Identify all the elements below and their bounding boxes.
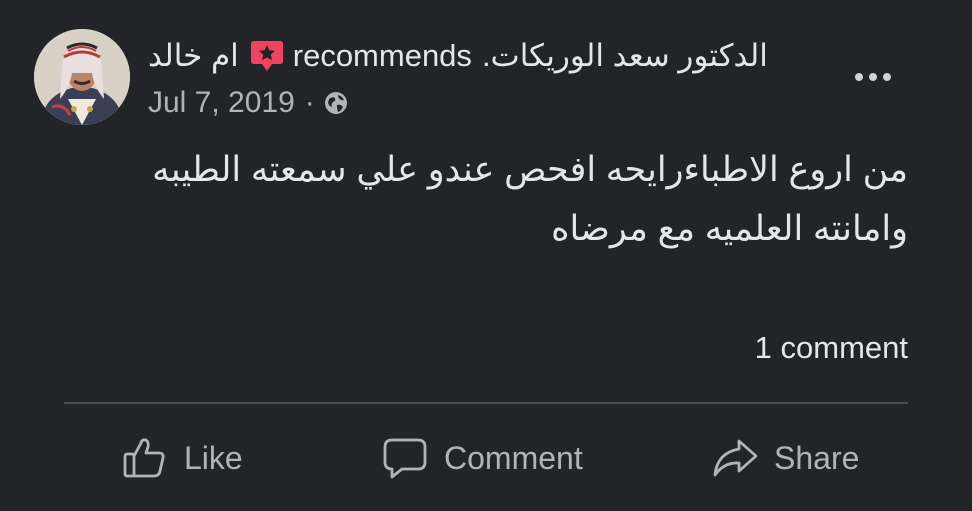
recommendation-post: ام خالد recommends الدكتور سعد الوريكات.… <box>0 0 972 511</box>
more-dot <box>855 73 863 81</box>
meta-separator: · <box>304 86 315 119</box>
share-label: Share <box>774 439 860 476</box>
comments-count-link[interactable]: 1 comment <box>755 330 908 366</box>
like-label: Like <box>184 439 243 476</box>
divider <box>64 402 908 404</box>
author-name[interactable]: ام خالد <box>148 38 239 74</box>
like-button[interactable]: Like <box>122 430 243 486</box>
post-text-line: وامانته العلميه مع مرضاه <box>551 209 908 248</box>
recommended-page-name[interactable]: الدكتور سعد الوريكات. <box>482 38 768 74</box>
post-date[interactable]: Jul 7, 2019 <box>148 86 295 120</box>
star-speech-bubble-icon <box>248 37 286 75</box>
more-dot <box>869 73 877 81</box>
share-button[interactable]: Share <box>712 430 859 486</box>
recommends-label: recommends <box>292 38 472 73</box>
speech-bubble-icon <box>382 435 428 481</box>
post-meta: Jul 7, 2019 · <box>148 84 349 122</box>
post-text-line: من اروع الاطباءرايحه افحص عندو علي سمعته… <box>152 150 908 189</box>
post-header: ام خالد recommends الدكتور سعد الوريكات. <box>148 34 768 78</box>
share-arrow-icon <box>712 435 758 481</box>
more-options-button[interactable] <box>846 56 900 98</box>
globe-icon <box>323 90 349 116</box>
comment-label: Comment <box>444 439 583 476</box>
comment-button[interactable]: Comment <box>382 430 583 486</box>
thumbs-up-icon <box>122 435 168 481</box>
avatar-image <box>34 29 130 125</box>
avatar[interactable] <box>34 29 130 125</box>
post-text: من اروع الاطباءرايحه افحص عندو علي سمعته… <box>88 140 908 258</box>
more-dot <box>883 73 891 81</box>
